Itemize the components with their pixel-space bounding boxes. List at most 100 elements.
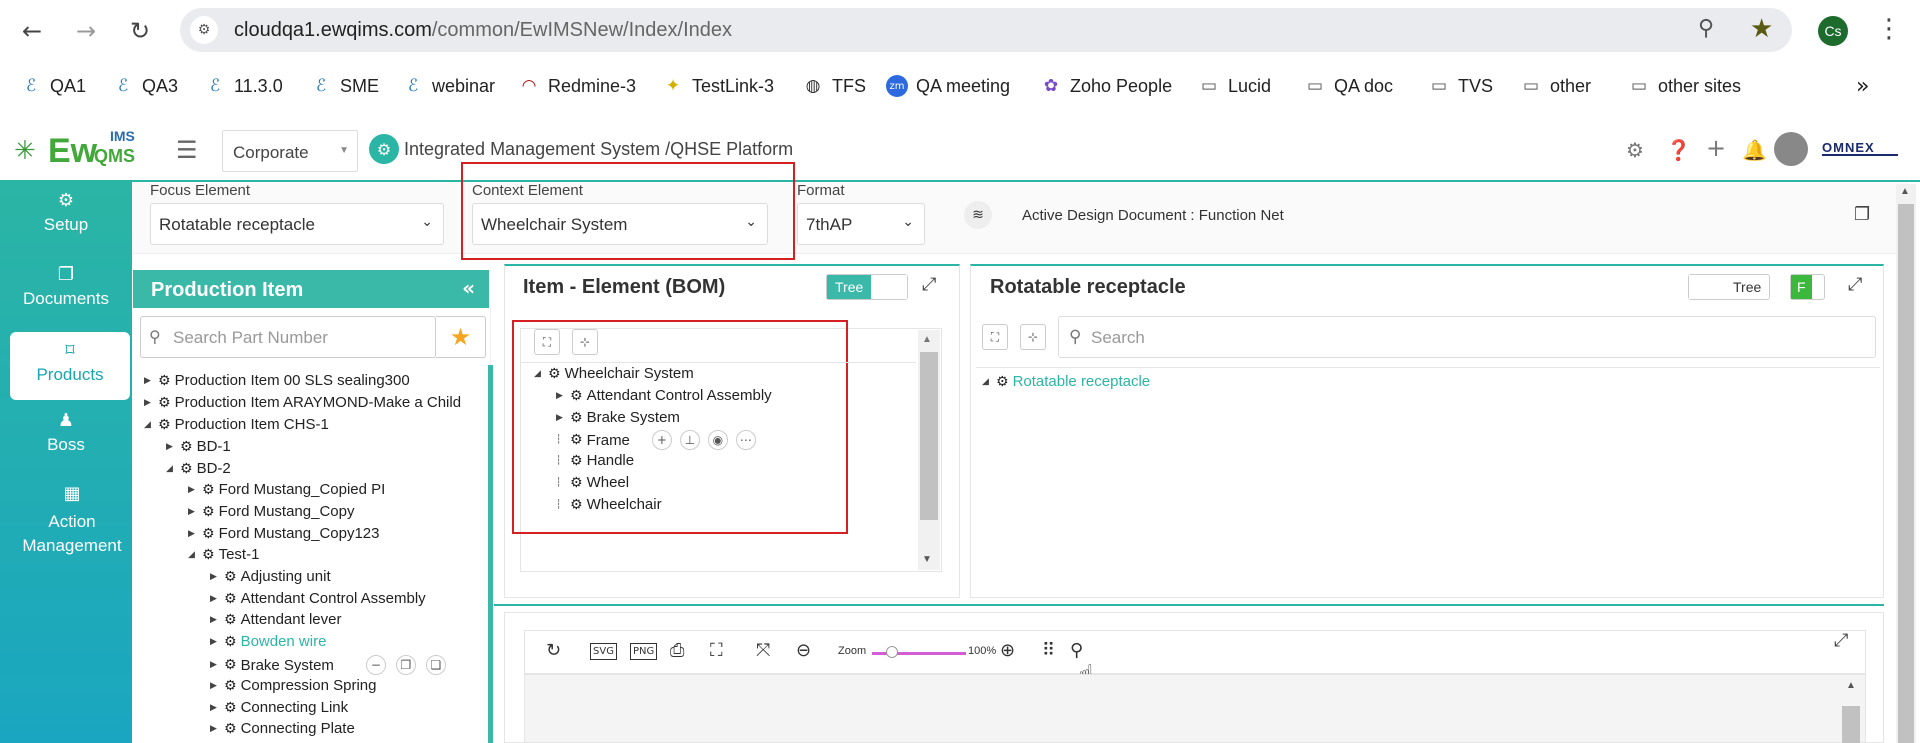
- list-item[interactable]: ▶ ⚙ Attendant lever: [210, 611, 341, 628]
- page-scrollbar-thumb[interactable]: [1898, 204, 1914, 743]
- bookmark-tvs[interactable]: ▭ TVS: [1428, 74, 1493, 98]
- expand-icon[interactable]: ▶: [210, 637, 220, 647]
- collapse-left-icon[interactable]: «: [462, 276, 475, 300]
- list-item[interactable]: ┆ ⚙ Handle: [556, 452, 634, 469]
- list-item[interactable]: ▶ ⚙ Production Item 00 SLS sealing300: [144, 372, 410, 389]
- browser-menu-icon[interactable]: ⋮: [1876, 14, 1902, 44]
- expand-icon[interactable]: ▶: [166, 442, 176, 452]
- bookmark-other-sites[interactable]: ▭ other sites: [1628, 74, 1741, 98]
- collapse-icon[interactable]: ◢: [166, 464, 176, 474]
- magnifier-icon[interactable]: ⚲: [1698, 16, 1714, 41]
- bookmark-star-icon[interactable]: ★: [1750, 14, 1773, 44]
- expand-icon[interactable]: ▶: [188, 507, 198, 517]
- grid-icon[interactable]: ⠿: [1042, 640, 1055, 661]
- list-item[interactable]: ▶ ⚙ Brake System: [556, 409, 680, 426]
- paste-icon[interactable]: ❏: [425, 655, 446, 675]
- collapse-icon[interactable]: ◢: [534, 369, 544, 379]
- diagram-scrollbar-thumb[interactable]: [1842, 706, 1860, 743]
- export-png-icon[interactable]: PNG: [630, 643, 658, 660]
- nav-boss[interactable]: ♟ Boss: [0, 410, 132, 455]
- bookmark-redmine[interactable]: ◠ Redmine-3: [518, 74, 636, 98]
- nav-documents[interactable]: ❐ Documents: [0, 264, 132, 309]
- help-icon[interactable]: ❓: [1666, 138, 1691, 162]
- list-item[interactable]: ▶ ⚙ Brake System − ❐ ❏: [210, 655, 446, 675]
- user-avatar[interactable]: [1774, 132, 1808, 166]
- expand-icon[interactable]: ▶: [210, 572, 220, 582]
- expand-icon[interactable]: ⤢: [1848, 274, 1862, 295]
- more-bookmarks-icon[interactable]: »: [1856, 74, 1869, 99]
- list-item[interactable]: ▶ ⚙ Attendant Control Assembly: [556, 387, 772, 404]
- add-icon[interactable]: +: [651, 430, 672, 450]
- list-item[interactable]: ▶ ⚙ Ford Mustang_Copy: [188, 503, 354, 520]
- zoom-slider-handle[interactable]: [886, 646, 898, 658]
- site-settings-icon[interactable]: ⚙: [190, 16, 218, 44]
- tree-toggle[interactable]: Tree: [1688, 274, 1771, 300]
- bookmark-zoho[interactable]: ✿ Zoho People: [1040, 74, 1172, 98]
- bom-scrollbar-thumb[interactable]: [920, 352, 938, 520]
- print-icon[interactable]: ⎙: [670, 640, 684, 661]
- collapse-icon[interactable]: ◢: [982, 377, 992, 387]
- expand-icon[interactable]: ▶: [188, 485, 198, 495]
- export-svg-icon[interactable]: SVG: [590, 643, 617, 660]
- expand-icon[interactable]: ▶: [210, 660, 220, 670]
- eye-icon[interactable]: ◉: [707, 430, 728, 450]
- list-item[interactable]: ▶ ⚙ Adjusting unit: [210, 568, 331, 585]
- list-item[interactable]: ◢ ⚙ Production Item CHS-1: [144, 416, 329, 433]
- context-element-select[interactable]: Wheelchair System ⌄: [472, 203, 768, 245]
- address-bar[interactable]: ⚙ cloudqa1.ewqims.com/common/EwIMSNew/In…: [180, 8, 1792, 52]
- bookmark-other[interactable]: ▭ other: [1520, 74, 1591, 98]
- ewqims-logo[interactable]: ✳ Ew IMS QMS: [14, 128, 154, 172]
- list-item[interactable]: ◢ ⚙ Rotatable receptacle: [982, 373, 1150, 390]
- expand-icon[interactable]: ▶: [144, 398, 154, 408]
- hamburger-menu-icon[interactable]: ☰: [176, 136, 198, 164]
- expand-icon[interactable]: ⤢: [922, 274, 936, 295]
- part-search-input[interactable]: ⚲ Search Part Number: [140, 316, 436, 358]
- layers-icon[interactable]: ≋: [964, 201, 992, 229]
- fit-icon[interactable]: ⤧: [756, 640, 770, 661]
- expand-icon[interactable]: ▶: [210, 703, 220, 713]
- f-toggle[interactable]: F: [1790, 274, 1825, 300]
- fullscreen-icon[interactable]: ⛶: [710, 640, 723, 661]
- list-item[interactable]: ▶ ⚙ Attendant Control Assembly: [210, 590, 426, 607]
- forward-arrow-icon[interactable]: →: [68, 13, 104, 49]
- list-item[interactable]: ▶ ⚙ Bowden wire: [210, 633, 326, 650]
- collapse-all-icon[interactable]: ⊹: [572, 329, 598, 355]
- list-item[interactable]: ◢ ⚙ BD-2: [166, 460, 231, 477]
- bell-icon[interactable]: 🔔: [1742, 138, 1767, 162]
- nav-products[interactable]: ⌑ Products: [10, 332, 130, 400]
- copy-icon[interactable]: ❐: [395, 655, 416, 675]
- nav-setup[interactable]: ⚙ Setup: [0, 190, 132, 235]
- focus-element-select[interactable]: Rotatable receptacle ⌄: [150, 203, 444, 245]
- collapse-icon[interactable]: ◢: [144, 420, 154, 430]
- bookmark-qa-doc[interactable]: ▭ QA doc: [1304, 74, 1393, 98]
- more-icon[interactable]: ⋯: [735, 430, 756, 450]
- expand-icon[interactable]: ⤢: [1834, 630, 1848, 651]
- back-arrow-icon[interactable]: ←: [14, 13, 50, 49]
- favorites-star-icon[interactable]: ★: [436, 316, 486, 358]
- settings-gear-icon[interactable]: ⚙: [1626, 138, 1644, 162]
- scroll-up-icon[interactable]: ▲: [922, 334, 932, 345]
- scroll-down-icon[interactable]: ▼: [922, 554, 932, 565]
- zoom-out-icon[interactable]: ⊖: [796, 640, 811, 661]
- refresh-icon[interactable]: ↻: [546, 640, 561, 661]
- list-item[interactable]: ▶ ⚙ Compression Spring: [210, 677, 376, 694]
- bookmark-lucid[interactable]: ▭ Lucid: [1198, 74, 1271, 98]
- bookmark-qa-meeting[interactable]: zm QA meeting: [886, 74, 1010, 98]
- expand-icon[interactable]: ▶: [210, 724, 220, 734]
- bookmark-sme[interactable]: ℰ SME: [310, 74, 379, 98]
- expand-icon[interactable]: ▶: [556, 391, 566, 401]
- bookmark-tfs[interactable]: ◍ TFS: [802, 74, 866, 98]
- add-icon[interactable]: +: [1706, 134, 1726, 162]
- nav-action-management[interactable]: ▦ Action Management: [0, 482, 132, 558]
- profile-avatar[interactable]: Cs: [1818, 16, 1848, 46]
- bookmark-webinar[interactable]: ℰwebinar: [402, 74, 495, 98]
- list-item[interactable]: ┆ ⚙ Wheel: [556, 474, 629, 491]
- list-item[interactable]: ▶ ⚙ Ford Mustang_Copy123: [188, 525, 380, 542]
- list-item[interactable]: ┆ ⚙ Frame + ⊥ ◉ ⋯: [556, 430, 756, 450]
- url-text[interactable]: cloudqa1.ewqims.com/common/EwIMSNew/Inde…: [234, 19, 732, 42]
- list-item[interactable]: ◢ ⚙ Test-1: [188, 546, 259, 563]
- list-item[interactable]: ▶ ⚙ BD-1: [166, 438, 231, 455]
- list-item[interactable]: ┆ ⚙ Wheelchair: [556, 496, 662, 513]
- list-item[interactable]: ▶ ⚙ Connecting Link: [210, 699, 348, 716]
- reload-icon[interactable]: ↻: [122, 13, 158, 49]
